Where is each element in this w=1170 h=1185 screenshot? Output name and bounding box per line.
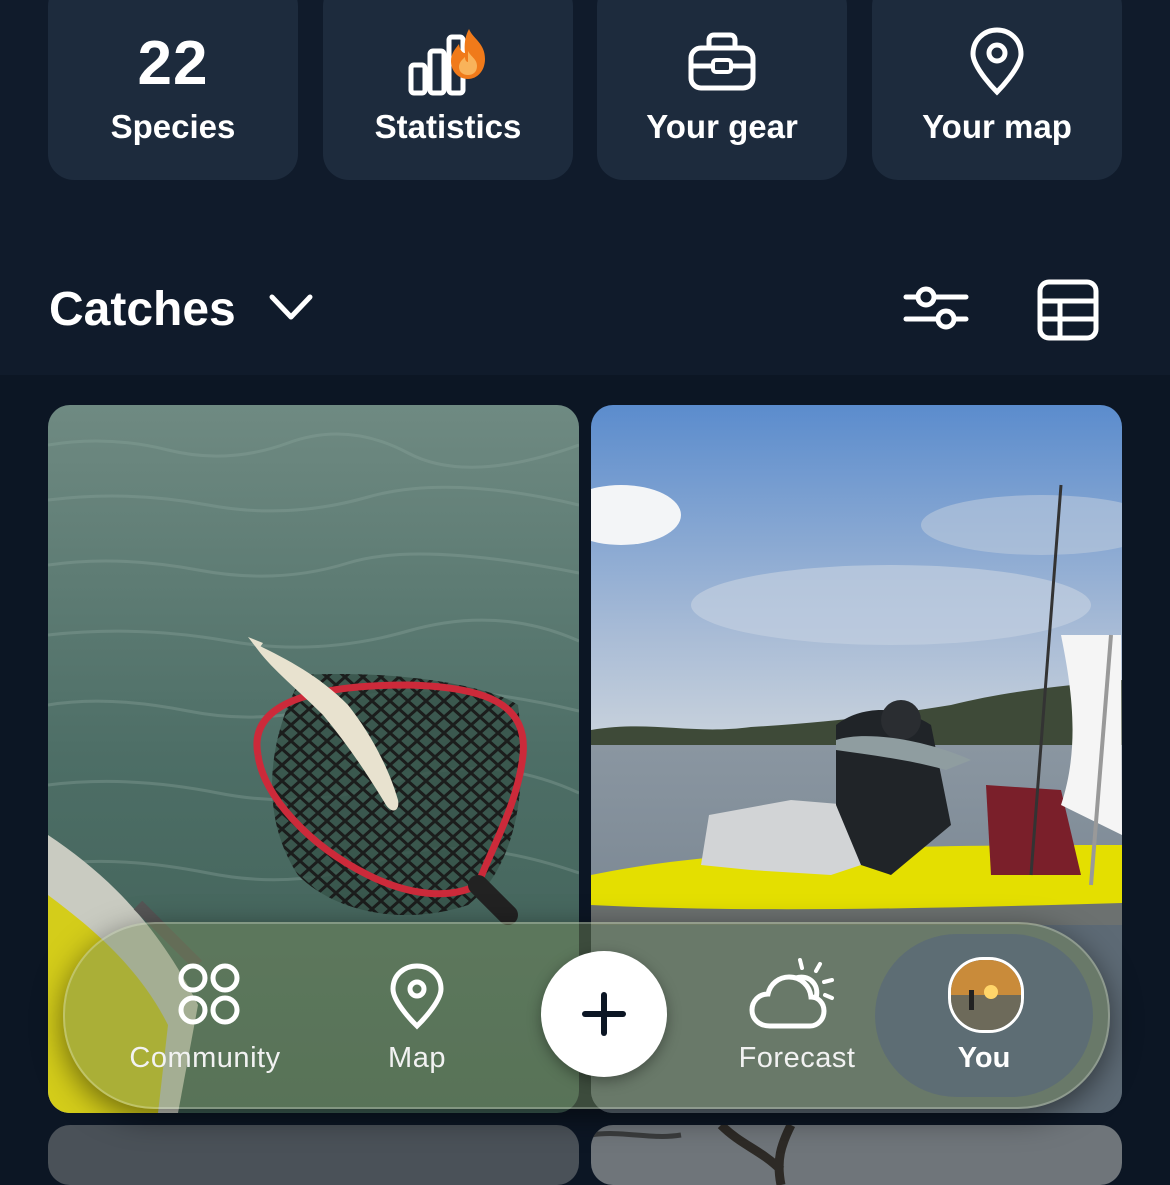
species-card[interactable]: 22 Species — [48, 0, 298, 180]
add-catch-button[interactable] — [541, 951, 667, 1077]
nav-forecast-label: Forecast — [738, 1042, 856, 1074]
table-view-icon[interactable] — [1036, 278, 1100, 347]
nav-community[interactable]: Community — [115, 924, 295, 1107]
chevron-down-icon[interactable] — [268, 291, 314, 328]
avatar — [948, 957, 1024, 1033]
catches-title[interactable]: Catches — [49, 282, 236, 337]
nav-map-label: Map — [388, 1042, 446, 1074]
nav-map[interactable]: Map — [362, 924, 472, 1107]
your-gear-card[interactable]: Your gear — [597, 0, 847, 180]
profile-header: 22 Species Statistics Your gear Your map… — [0, 0, 1170, 375]
map-pin-icon — [872, 25, 1122, 97]
nav-you[interactable]: You — [875, 934, 1093, 1097]
nav-you-label: You — [957, 1042, 1011, 1074]
nav-forecast[interactable]: Forecast — [722, 924, 872, 1107]
species-count: 22 — [137, 29, 209, 98]
your-map-card[interactable]: Your map — [872, 0, 1122, 180]
plus-icon — [582, 992, 626, 1036]
statistics-card[interactable]: Statistics — [323, 0, 573, 180]
sun-cloud-icon — [748, 956, 840, 1037]
catch-photo-4[interactable] — [591, 1125, 1122, 1185]
your-gear-label: Your gear — [646, 108, 798, 145]
filter-sliders-icon[interactable] — [902, 282, 970, 339]
species-label: Species — [110, 108, 236, 145]
statistics-label: Statistics — [374, 108, 522, 145]
catch-photo-3[interactable] — [48, 1125, 579, 1185]
bar-chart-flame-icon — [323, 25, 573, 97]
community-grid-icon — [177, 962, 241, 1031]
tackle-box-icon — [597, 25, 847, 97]
nav-community-label: Community — [129, 1042, 281, 1074]
your-map-label: Your map — [922, 108, 1072, 145]
map-pin-icon — [388, 962, 446, 1035]
